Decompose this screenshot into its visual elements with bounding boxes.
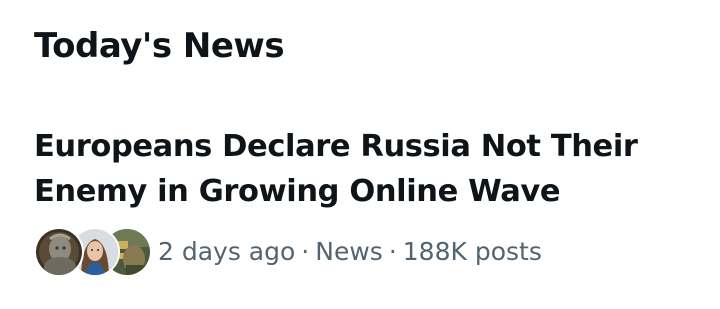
meta-separator: · (388, 236, 397, 266)
story-headline[interactable]: Europeans Declare Russia Not Their Enemy… (34, 124, 694, 214)
story-meta-row: 2 days ago · News · 188K posts (34, 226, 542, 277)
section-title: Today's News (34, 26, 285, 66)
news-story[interactable]: Europeans Declare Russia Not Their Enemy… (34, 124, 694, 214)
story-meta: 2 days ago · News · 188K posts (158, 237, 542, 266)
story-time: 2 days ago (158, 236, 296, 266)
avatar-statue-icon (34, 227, 84, 277)
story-category: News (315, 236, 383, 266)
story-post-count: 188K posts (402, 236, 542, 266)
avatar-group (34, 226, 152, 277)
meta-separator: · (301, 236, 310, 266)
